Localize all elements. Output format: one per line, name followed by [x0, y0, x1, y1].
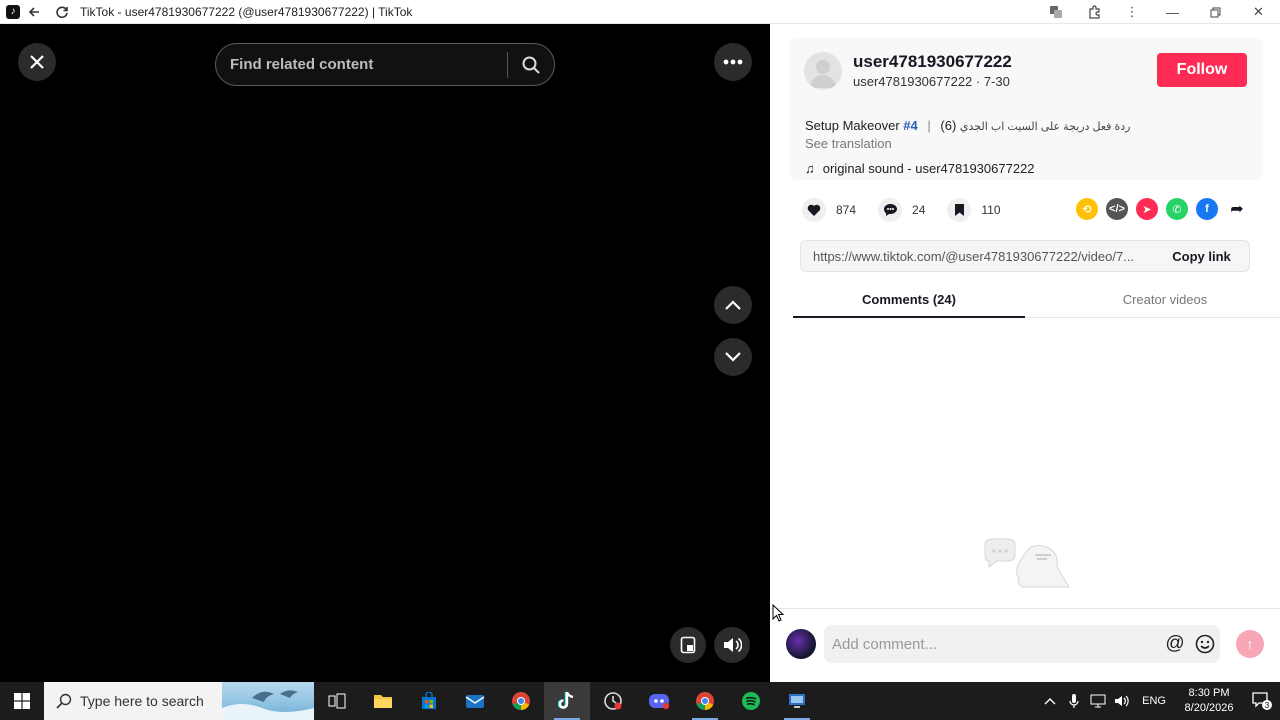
clock[interactable]: 8:30 PM 8/20/2026: [1174, 686, 1244, 716]
discord-icon[interactable]: [636, 682, 682, 720]
minimize-icon[interactable]: —: [1151, 0, 1194, 24]
embed-icon[interactable]: </>: [1106, 198, 1128, 220]
floating-player-button[interactable]: [670, 627, 706, 663]
heart-icon: [802, 198, 826, 222]
find-related-input[interactable]: Find related content: [216, 56, 507, 73]
description-separator: |: [927, 118, 931, 133]
browser-title-bar: ♪ TikTok - user4781930677222 (@user47819…: [0, 0, 1280, 24]
microphone-icon[interactable]: [1062, 682, 1086, 720]
original-sound-link[interactable]: ♫ original sound - user4781930677222: [805, 161, 1035, 176]
comment-input[interactable]: Add comment... @: [824, 625, 1220, 663]
extensions-icon[interactable]: [1075, 0, 1113, 24]
bookmark-icon: [947, 198, 972, 222]
previous-video-button[interactable]: [714, 286, 752, 324]
description-count: (6): [940, 118, 957, 133]
post-description: Setup Makeover #4 | (6) ردة فعل دريجة عل…: [805, 118, 1130, 133]
speaker-icon[interactable]: [1110, 682, 1134, 720]
video-link-url[interactable]: https://www.tiktok.com/@user478193067722…: [801, 249, 1154, 264]
taskbar-search[interactable]: Type here to search: [44, 682, 314, 720]
facebook-icon[interactable]: f: [1196, 198, 1218, 220]
comment-placeholder[interactable]: Add comment...: [824, 636, 1160, 653]
panel-tabs: Comments (24) Creator videos: [793, 286, 1280, 318]
task-view-icon[interactable]: [314, 682, 360, 720]
share-arrow-icon[interactable]: ➦: [1226, 198, 1248, 220]
sound-label: original sound - user4781930677222: [822, 161, 1035, 176]
comment-count: 24: [912, 203, 926, 217]
chrome-icon[interactable]: [498, 682, 544, 720]
share-options: ⟲ </> ➤ ✆ f ➦: [1076, 198, 1256, 220]
mail-icon[interactable]: [452, 682, 498, 720]
microsoft-store-icon[interactable]: [406, 682, 452, 720]
kebab-menu-icon[interactable]: ⋮: [1113, 0, 1151, 24]
user-handle-date: user4781930677222 · 7-30: [853, 74, 1010, 89]
like-button[interactable]: 874: [802, 198, 856, 222]
my-avatar: [786, 629, 816, 659]
clock-time: 8:30 PM: [1188, 687, 1230, 699]
details-panel: user4781930677222 user4781930677222 · 7-…: [770, 24, 1280, 682]
clock-date: 8/20/2026: [1184, 702, 1234, 714]
tab-comments[interactable]: Comments (24): [793, 286, 1025, 318]
notification-center-icon[interactable]: 3: [1244, 682, 1280, 720]
emoji-icon[interactable]: [1190, 629, 1220, 659]
comment-button[interactable]: 24: [878, 198, 925, 222]
tiktok-taskbar-icon[interactable]: [544, 682, 590, 720]
description-arabic: ردة فعل دريجة على السيت اب الجدي: [959, 121, 1131, 133]
video-player[interactable]: Find related content: [0, 24, 770, 682]
clock-app-icon[interactable]: [590, 682, 636, 720]
volume-icon[interactable]: [714, 627, 750, 663]
more-options-button[interactable]: [714, 43, 752, 81]
description-text: Setup Makeover: [805, 118, 900, 133]
tab-creator-videos[interactable]: Creator videos: [1049, 286, 1280, 318]
chrome-profile-icon[interactable]: [682, 682, 728, 720]
find-related-search[interactable]: Find related content: [215, 43, 555, 86]
chevron-up-icon[interactable]: [1038, 682, 1062, 720]
input-language[interactable]: ENG: [1142, 695, 1166, 707]
search-icon: [56, 693, 72, 709]
tiktok-app-icon: ♪: [6, 4, 20, 19]
back-arrow-icon[interactable]: [20, 0, 48, 24]
next-video-button[interactable]: [714, 338, 752, 376]
remote-desktop-icon[interactable]: [774, 682, 820, 720]
save-count: 110: [981, 203, 1001, 217]
avatar[interactable]: [804, 52, 842, 90]
taskbar-search-placeholder[interactable]: Type here to search: [80, 693, 204, 709]
search-icon[interactable]: [508, 55, 554, 75]
like-count: 874: [836, 203, 857, 217]
window-title: TikTok - user4781930677222 (@user4781930…: [80, 4, 413, 19]
repost-icon[interactable]: ⟲: [1076, 198, 1098, 220]
close-window-icon[interactable]: ✕: [1237, 0, 1280, 24]
mention-icon[interactable]: @: [1160, 629, 1190, 659]
mouse-cursor-icon: [772, 604, 784, 622]
favorite-button[interactable]: 110: [947, 198, 1001, 222]
empty-comments-illustration: [984, 538, 1070, 588]
file-explorer-icon[interactable]: [360, 682, 406, 720]
notification-count: 3: [1265, 701, 1270, 710]
see-translation-link[interactable]: See translation: [805, 136, 892, 151]
search-highlight-image: [222, 682, 314, 720]
system-tray: ENG 8:30 PM 8/20/2026 3: [1038, 682, 1280, 720]
start-windows-icon[interactable]: [0, 682, 44, 720]
close-video-button[interactable]: [18, 43, 56, 81]
reload-icon[interactable]: [48, 0, 76, 24]
engagement-actions: 874 24 110: [802, 198, 1023, 222]
network-icon[interactable]: [1086, 682, 1110, 720]
windows-taskbar: Type here to search ENG 8:30 PM 8/20/202…: [0, 682, 1280, 720]
translate-icon[interactable]: [1037, 0, 1075, 24]
spotify-icon[interactable]: [728, 682, 774, 720]
post-comment-button[interactable]: ↑: [1236, 630, 1264, 658]
hashtag-link[interactable]: #4: [903, 118, 917, 133]
username[interactable]: user4781930677222: [853, 52, 1012, 72]
follow-button[interactable]: Follow: [1157, 53, 1247, 87]
music-note-icon: ♫: [805, 161, 815, 176]
whatsapp-icon[interactable]: ✆: [1166, 198, 1188, 220]
copy-link-button[interactable]: Copy link: [1154, 249, 1249, 264]
comment-icon: [878, 198, 903, 222]
comment-composer: Add comment... @ ↑: [770, 608, 1280, 682]
restore-icon[interactable]: [1194, 0, 1237, 24]
post-info-card: user4781930677222 user4781930677222 · 7-…: [789, 38, 1263, 180]
video-link-bar: https://www.tiktok.com/@user478193067722…: [800, 240, 1250, 272]
send-to-friends-icon[interactable]: ➤: [1136, 198, 1158, 220]
